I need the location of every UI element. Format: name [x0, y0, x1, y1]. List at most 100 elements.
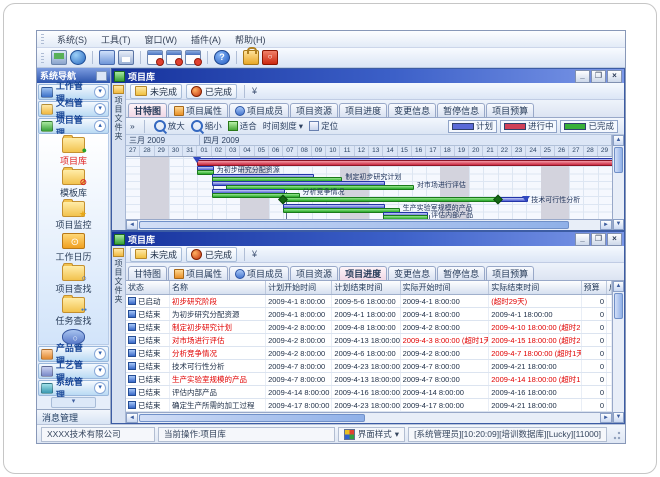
menu-item-插件(A)[interactable]: 插件(A) — [184, 34, 228, 46]
sidebar-item-项目库[interactable]: 项目库 — [39, 137, 108, 167]
sidebar-item-项目查找[interactable]: 项目查找 — [39, 265, 108, 295]
column-header-实际结束时间[interactable]: 实际结束时间 — [489, 281, 581, 294]
minimize-icon[interactable]: _ — [575, 70, 590, 83]
table-row[interactable]: 已结束制定初步研究计划2009-4-2 8:00:002009-4-8 18:0… — [126, 321, 612, 334]
sidebar-options-icon[interactable] — [96, 71, 107, 81]
finished-button[interactable]: 已完成 — [186, 247, 237, 262]
gantt-bar-inprogress[interactable] — [197, 160, 612, 166]
scrollbar-thumb[interactable] — [139, 414, 365, 422]
toolbar-overflow-button[interactable]: » — [130, 121, 135, 131]
gantt-vertical-scrollbar[interactable]: ▲ ▼ — [612, 135, 624, 230]
scroll-up-icon[interactable]: ▲ — [613, 135, 624, 146]
tab-项目属性[interactable]: 项目属性 — [168, 266, 228, 280]
menu-item-工具(T)[interactable]: 工具(T) — [94, 34, 138, 46]
tab-项目资源[interactable]: 项目资源 — [290, 266, 338, 280]
table-row[interactable]: 已结束为初步研究分配资源2009-4-1 8:00:002009-4-1 18:… — [126, 308, 612, 321]
restore-icon[interactable]: ❐ — [591, 70, 606, 83]
sidebar-collapse-icon[interactable]: ▾ — [51, 397, 96, 408]
window-tile-horizontal-icon[interactable] — [166, 50, 182, 65]
lock-icon[interactable] — [243, 50, 259, 65]
toolbar-extra-button[interactable]: ¥ — [252, 86, 257, 96]
menubar-grip[interactable] — [41, 34, 44, 44]
resize-grip[interactable] — [611, 428, 621, 440]
window-title-bar[interactable]: 项目库 _ ❐ × — [112, 232, 624, 246]
tab-项目资源[interactable]: 项目资源 — [290, 103, 338, 117]
scroll-left-icon[interactable]: ◄ — [126, 220, 138, 230]
sidebar-item-工作日历[interactable]: 工作日历 — [39, 233, 108, 263]
browser-icon[interactable] — [70, 50, 86, 65]
table-row[interactable]: 已结束对市场进行评估2009-4-2 8:00:002009-4-13 18:0… — [126, 334, 612, 347]
tab-项目预算[interactable]: 项目预算 — [486, 266, 534, 280]
toolbar-extra-button[interactable]: ¥ — [252, 249, 257, 259]
zoom-out-button[interactable]: 缩小 — [191, 120, 222, 132]
restore-icon[interactable]: ❐ — [591, 233, 606, 246]
table-row[interactable]: 已结束技术可行性分析2009-4-7 8:00:002009-4-23 18:0… — [126, 360, 612, 373]
locate-button[interactable]: 定位 — [309, 120, 338, 132]
table-row[interactable]: 已结束确定生产所需的加工过程2009-4-17 8:00:002009-4-23… — [126, 399, 612, 412]
finished-button[interactable]: 已完成 — [186, 84, 237, 99]
scrollbar-thumb[interactable] — [614, 293, 623, 319]
scroll-left-icon[interactable]: ◄ — [126, 413, 138, 423]
chevron-up-icon[interactable]: ▴ — [94, 120, 106, 132]
sidebar-item-项目文档查找[interactable]: 项目文档查找 — [39, 329, 108, 345]
column-header-状态[interactable]: 状态 — [126, 281, 170, 294]
menu-item-窗口(W)[interactable]: 窗口(W) — [138, 34, 185, 46]
column-header-实际开始时间[interactable]: 实际开始时间 — [401, 281, 490, 294]
unfinished-button[interactable]: 未完成 — [130, 84, 182, 99]
tab-项目属性[interactable]: 项目属性 — [168, 103, 228, 117]
chevron-down-icon[interactable]: ▾ — [94, 86, 106, 98]
table-horizontal-scrollbar[interactable]: ◄ ► — [126, 412, 612, 423]
project-folders-tab[interactable]: 项目文件夹 — [112, 83, 126, 230]
table-vertical-scrollbar[interactable]: ▲ ▼ — [612, 281, 624, 423]
tab-变更信息[interactable]: 变更信息 — [388, 266, 436, 280]
tab-甘特图[interactable]: 甘特图 — [128, 266, 167, 280]
exit-icon[interactable]: ○ — [262, 50, 278, 65]
tab-项目预算[interactable]: 项目预算 — [486, 103, 534, 117]
zoom-in-button[interactable]: 放大 — [154, 120, 185, 132]
menu-item-系统(S)[interactable]: 系统(S) — [50, 34, 94, 46]
sidebar-group-系统管理[interactable]: 系统管理▾ — [38, 380, 109, 396]
column-header-预算[interactable]: 预算 — [582, 281, 607, 294]
close-icon[interactable]: × — [607, 70, 622, 83]
scroll-right-icon[interactable]: ► — [600, 413, 612, 423]
column-header-名称[interactable]: 名称 — [170, 281, 266, 294]
sidebar-item-项目监控[interactable]: 项目监控 — [39, 201, 108, 231]
timescale-dropdown[interactable]: 时间刻度▾ — [263, 120, 303, 132]
tab-项目进度[interactable]: 项目进度 — [339, 266, 387, 280]
chevron-down-icon[interactable]: ▾ — [94, 348, 106, 360]
menu-item-帮助(H)[interactable]: 帮助(H) — [228, 34, 273, 46]
close-icon[interactable]: × — [607, 233, 622, 246]
sidebar-group-项目管理[interactable]: 项目管理▴ — [38, 118, 109, 134]
window-tile-vertical-icon[interactable] — [185, 50, 201, 65]
scrollbar-thumb[interactable] — [614, 147, 623, 173]
scroll-right-icon[interactable]: ► — [600, 220, 612, 230]
column-header-计划开始时间[interactable]: 计划开始时间 — [266, 281, 332, 294]
chevron-down-icon[interactable]: ▾ — [94, 365, 106, 377]
tab-项目成员[interactable]: 项目成员 — [229, 103, 289, 117]
tab-暂停信息[interactable]: 暂停信息 — [437, 266, 485, 280]
sidebar-item-模板库[interactable]: 模板库 — [39, 169, 108, 199]
project-folders-tab[interactable]: 项目文件夹 — [112, 246, 126, 423]
tab-项目成员[interactable]: 项目成员 — [229, 266, 289, 280]
tab-暂停信息[interactable]: 暂停信息 — [437, 103, 485, 117]
minimize-icon[interactable]: _ — [575, 233, 590, 246]
gantt-bar-done[interactable] — [283, 197, 499, 202]
scroll-down-icon[interactable]: ▼ — [613, 219, 624, 230]
table-row[interactable]: 已启动初步研究阶段2009-4-1 8:00:002009-5-6 18:00:… — [126, 295, 612, 308]
table-row[interactable]: 已结束分析竞争情况2009-4-2 8:00:002009-4-6 18:00:… — [126, 347, 612, 360]
window-title-bar[interactable]: 项目库 _ ❐ × — [112, 69, 624, 83]
chevron-down-icon[interactable]: ▾ — [94, 103, 106, 115]
system-icon[interactable] — [51, 50, 67, 65]
table-row[interactable]: 已结束评估内部产品2009-4-14 8:00:002009-4-16 18:0… — [126, 386, 612, 399]
tab-变更信息[interactable]: 变更信息 — [388, 103, 436, 117]
interface-style-dropdown[interactable]: 界面样式 ▾ — [338, 427, 405, 442]
gantt-bar-done[interactable] — [283, 208, 399, 213]
toolbar-grip[interactable] — [41, 53, 44, 63]
table-row[interactable]: 已结束生产实验室规模的产品2009-4-7 8:00:002009-4-13 1… — [126, 373, 612, 386]
window-cascade-icon[interactable] — [147, 50, 163, 65]
tab-message-management[interactable]: 消息管理 — [37, 409, 110, 424]
fit-button[interactable]: 适合 — [228, 120, 257, 132]
save-icon[interactable] — [118, 50, 134, 65]
tab-甘特图[interactable]: 甘特图 — [128, 103, 167, 117]
tab-项目进度[interactable]: 项目进度 — [339, 103, 387, 117]
